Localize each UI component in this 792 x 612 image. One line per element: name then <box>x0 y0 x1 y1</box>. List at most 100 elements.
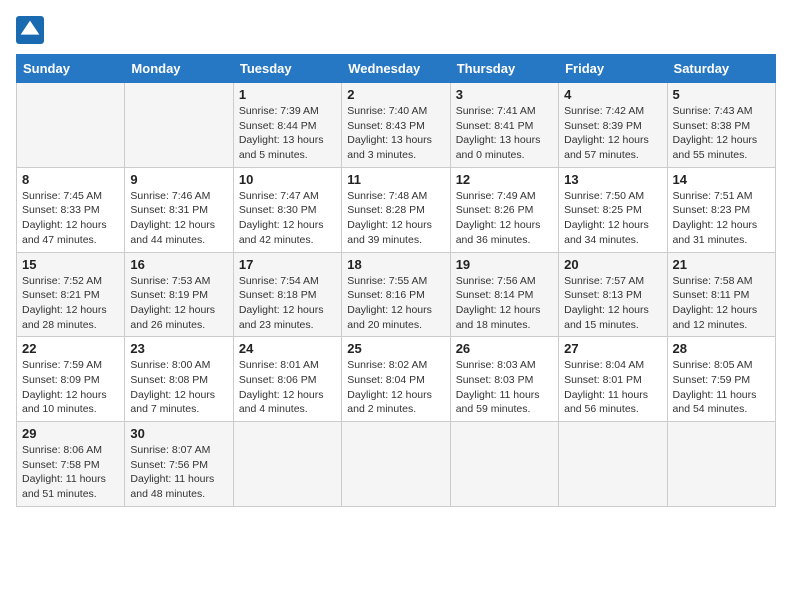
day-info: Sunrise: 7:45 AM Sunset: 8:33 PM Dayligh… <box>22 189 119 248</box>
day-of-week-header: Monday <box>125 55 233 83</box>
calendar-cell: 19 Sunrise: 7:56 AM Sunset: 8:14 PM Dayli… <box>450 252 558 337</box>
calendar-week-row: 1 Sunrise: 7:39 AM Sunset: 8:44 PM Daylig… <box>17 83 776 168</box>
calendar-cell: 10 Sunrise: 7:47 AM Sunset: 8:30 PM Dayli… <box>233 167 341 252</box>
calendar-cell: 20 Sunrise: 7:57 AM Sunset: 8:13 PM Dayli… <box>559 252 667 337</box>
calendar-cell <box>559 422 667 507</box>
calendar-cell: 23 Sunrise: 8:00 AM Sunset: 8:08 PM Dayli… <box>125 337 233 422</box>
day-number: 23 <box>130 341 227 356</box>
day-number: 19 <box>456 257 553 272</box>
day-number: 13 <box>564 172 661 187</box>
day-number: 9 <box>130 172 227 187</box>
calendar-cell: 12 Sunrise: 7:49 AM Sunset: 8:26 PM Dayli… <box>450 167 558 252</box>
calendar-body: 1 Sunrise: 7:39 AM Sunset: 8:44 PM Daylig… <box>17 83 776 507</box>
day-info: Sunrise: 7:56 AM Sunset: 8:14 PM Dayligh… <box>456 274 553 333</box>
day-info: Sunrise: 7:43 AM Sunset: 8:38 PM Dayligh… <box>673 104 770 163</box>
day-number: 26 <box>456 341 553 356</box>
calendar-cell <box>667 422 775 507</box>
calendar-cell: 26 Sunrise: 8:03 AM Sunset: 8:03 PM Dayli… <box>450 337 558 422</box>
day-number: 14 <box>673 172 770 187</box>
day-info: Sunrise: 8:06 AM Sunset: 7:58 PM Dayligh… <box>22 443 119 502</box>
day-number: 12 <box>456 172 553 187</box>
calendar-cell <box>233 422 341 507</box>
day-number: 20 <box>564 257 661 272</box>
logo-icon <box>16 16 44 44</box>
calendar-header-row: SundayMondayTuesdayWednesdayThursdayFrid… <box>17 55 776 83</box>
day-of-week-header: Tuesday <box>233 55 341 83</box>
day-info: Sunrise: 7:52 AM Sunset: 8:21 PM Dayligh… <box>22 274 119 333</box>
day-info: Sunrise: 8:02 AM Sunset: 8:04 PM Dayligh… <box>347 358 444 417</box>
day-info: Sunrise: 7:46 AM Sunset: 8:31 PM Dayligh… <box>130 189 227 248</box>
calendar-cell: 13 Sunrise: 7:50 AM Sunset: 8:25 PM Dayli… <box>559 167 667 252</box>
calendar-cell: 11 Sunrise: 7:48 AM Sunset: 8:28 PM Dayli… <box>342 167 450 252</box>
calendar-cell: 2 Sunrise: 7:40 AM Sunset: 8:43 PM Daylig… <box>342 83 450 168</box>
day-number: 3 <box>456 87 553 102</box>
day-of-week-header: Friday <box>559 55 667 83</box>
calendar-cell: 17 Sunrise: 7:54 AM Sunset: 8:18 PM Dayli… <box>233 252 341 337</box>
day-of-week-header: Thursday <box>450 55 558 83</box>
day-info: Sunrise: 7:41 AM Sunset: 8:41 PM Dayligh… <box>456 104 553 163</box>
day-number: 1 <box>239 87 336 102</box>
day-number: 24 <box>239 341 336 356</box>
day-number: 27 <box>564 341 661 356</box>
day-info: Sunrise: 7:47 AM Sunset: 8:30 PM Dayligh… <box>239 189 336 248</box>
day-info: Sunrise: 7:49 AM Sunset: 8:26 PM Dayligh… <box>456 189 553 248</box>
calendar-week-row: 29 Sunrise: 8:06 AM Sunset: 7:58 PM Dayli… <box>17 422 776 507</box>
day-of-week-header: Saturday <box>667 55 775 83</box>
day-info: Sunrise: 8:05 AM Sunset: 7:59 PM Dayligh… <box>673 358 770 417</box>
day-info: Sunrise: 7:54 AM Sunset: 8:18 PM Dayligh… <box>239 274 336 333</box>
calendar-week-row: 15 Sunrise: 7:52 AM Sunset: 8:21 PM Dayli… <box>17 252 776 337</box>
calendar-cell: 30 Sunrise: 8:07 AM Sunset: 7:56 PM Dayli… <box>125 422 233 507</box>
day-info: Sunrise: 7:39 AM Sunset: 8:44 PM Dayligh… <box>239 104 336 163</box>
day-info: Sunrise: 7:53 AM Sunset: 8:19 PM Dayligh… <box>130 274 227 333</box>
day-info: Sunrise: 8:07 AM Sunset: 7:56 PM Dayligh… <box>130 443 227 502</box>
day-number: 21 <box>673 257 770 272</box>
day-number: 15 <box>22 257 119 272</box>
calendar-cell: 18 Sunrise: 7:55 AM Sunset: 8:16 PM Dayli… <box>342 252 450 337</box>
calendar-cell: 8 Sunrise: 7:45 AM Sunset: 8:33 PM Daylig… <box>17 167 125 252</box>
day-info: Sunrise: 8:01 AM Sunset: 8:06 PM Dayligh… <box>239 358 336 417</box>
calendar-cell: 27Sunrise: 8:04 AM Sunset: 8:01 PM Dayli… <box>559 337 667 422</box>
day-number: 17 <box>239 257 336 272</box>
calendar-cell: 1 Sunrise: 7:39 AM Sunset: 8:44 PM Daylig… <box>233 83 341 168</box>
day-info: Sunrise: 7:48 AM Sunset: 8:28 PM Dayligh… <box>347 189 444 248</box>
calendar-cell: 24 Sunrise: 8:01 AM Sunset: 8:06 PM Dayli… <box>233 337 341 422</box>
calendar-cell: 22Sunrise: 7:59 AM Sunset: 8:09 PM Dayli… <box>17 337 125 422</box>
calendar-cell <box>125 83 233 168</box>
day-info: Sunrise: 7:40 AM Sunset: 8:43 PM Dayligh… <box>347 104 444 163</box>
day-number: 10 <box>239 172 336 187</box>
calendar-cell: 16 Sunrise: 7:53 AM Sunset: 8:19 PM Dayli… <box>125 252 233 337</box>
day-info: Sunrise: 7:55 AM Sunset: 8:16 PM Dayligh… <box>347 274 444 333</box>
day-number: 2 <box>347 87 444 102</box>
day-number: 18 <box>347 257 444 272</box>
calendar-cell <box>450 422 558 507</box>
calendar-week-row: 22Sunrise: 7:59 AM Sunset: 8:09 PM Dayli… <box>17 337 776 422</box>
day-number: 11 <box>347 172 444 187</box>
day-info: Sunrise: 8:03 AM Sunset: 8:03 PM Dayligh… <box>456 358 553 417</box>
day-info: Sunrise: 7:50 AM Sunset: 8:25 PM Dayligh… <box>564 189 661 248</box>
day-info: Sunrise: 7:57 AM Sunset: 8:13 PM Dayligh… <box>564 274 661 333</box>
calendar-cell: 28 Sunrise: 8:05 AM Sunset: 7:59 PM Dayli… <box>667 337 775 422</box>
day-of-week-header: Wednesday <box>342 55 450 83</box>
logo <box>16 16 48 44</box>
day-number: 30 <box>130 426 227 441</box>
page-header <box>16 16 776 44</box>
calendar-cell: 21 Sunrise: 7:58 AM Sunset: 8:11 PM Dayli… <box>667 252 775 337</box>
calendar-cell: 9 Sunrise: 7:46 AM Sunset: 8:31 PM Daylig… <box>125 167 233 252</box>
day-number: 4 <box>564 87 661 102</box>
calendar-table: SundayMondayTuesdayWednesdayThursdayFrid… <box>16 54 776 507</box>
day-number: 16 <box>130 257 227 272</box>
day-number: 8 <box>22 172 119 187</box>
calendar-cell: 4 Sunrise: 7:42 AM Sunset: 8:39 PM Daylig… <box>559 83 667 168</box>
day-of-week-header: Sunday <box>17 55 125 83</box>
day-info: Sunrise: 7:42 AM Sunset: 8:39 PM Dayligh… <box>564 104 661 163</box>
day-number: 28 <box>673 341 770 356</box>
calendar-week-row: 8 Sunrise: 7:45 AM Sunset: 8:33 PM Daylig… <box>17 167 776 252</box>
day-number: 25 <box>347 341 444 356</box>
day-number: 29 <box>22 426 119 441</box>
calendar-cell: 14Sunrise: 7:51 AM Sunset: 8:23 PM Dayli… <box>667 167 775 252</box>
day-info: Sunrise: 7:58 AM Sunset: 8:11 PM Dayligh… <box>673 274 770 333</box>
day-info: Sunrise: 8:00 AM Sunset: 8:08 PM Dayligh… <box>130 358 227 417</box>
calendar-cell: 29 Sunrise: 8:06 AM Sunset: 7:58 PM Dayli… <box>17 422 125 507</box>
calendar-cell: 15 Sunrise: 7:52 AM Sunset: 8:21 PM Dayli… <box>17 252 125 337</box>
calendar-cell <box>342 422 450 507</box>
